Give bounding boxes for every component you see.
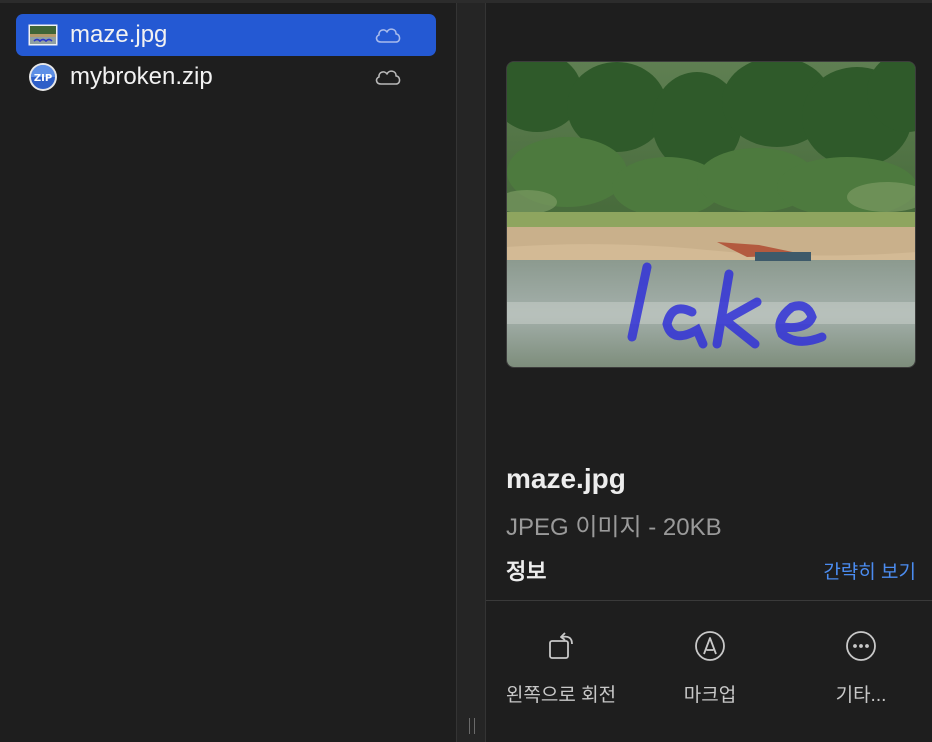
split-view-divider[interactable]: [456, 3, 486, 742]
zip-archive-icon: ZIP: [29, 63, 57, 91]
icloud-status-icon: [375, 70, 401, 85]
rotate-left-button[interactable]: 왼쪽으로 회전: [486, 629, 636, 719]
markup-button[interactable]: 마크업: [635, 629, 785, 719]
rotate-left-label: 왼쪽으로 회전: [505, 685, 617, 706]
file-name: mybroken.zip: [70, 63, 213, 90]
markup-label: 마크업: [683, 685, 737, 706]
file-name: maze.jpg: [70, 21, 168, 48]
icloud-status-icon: [375, 28, 401, 43]
inspector-pane: maze.jpg JPEG 이미지 - 20KB 정보 간략히 보기 왼쪽으로 …: [486, 3, 932, 742]
rotate-left-icon: [549, 632, 573, 659]
markup-pen-icon: [695, 631, 725, 661]
section-separator: [486, 600, 932, 601]
info-section-heading: 정보: [506, 559, 547, 584]
inspector-file-name: maze.jpg: [506, 463, 626, 494]
inspector-file-kind: JPEG 이미지 - 20KB: [506, 514, 722, 541]
lake-photo: [507, 62, 915, 367]
file-row-maze[interactable]: maze.jpg: [16, 14, 436, 56]
more-label: 기타...: [835, 685, 887, 706]
resize-grip-icon[interactable]: [467, 718, 477, 734]
image-thumbnail-icon: [28, 24, 58, 46]
show-less-link[interactable]: 간략히 보기: [823, 557, 916, 584]
file-row-mybroken[interactable]: ZIP mybroken.zip: [16, 56, 436, 98]
svg-text:ZIP: ZIP: [34, 73, 52, 84]
more-button[interactable]: 기타...: [786, 629, 932, 719]
more-ellipsis-icon: [846, 631, 876, 661]
file-list: maze.jpg ZIP mybroken.zip: [0, 3, 456, 742]
image-preview: [506, 61, 916, 368]
